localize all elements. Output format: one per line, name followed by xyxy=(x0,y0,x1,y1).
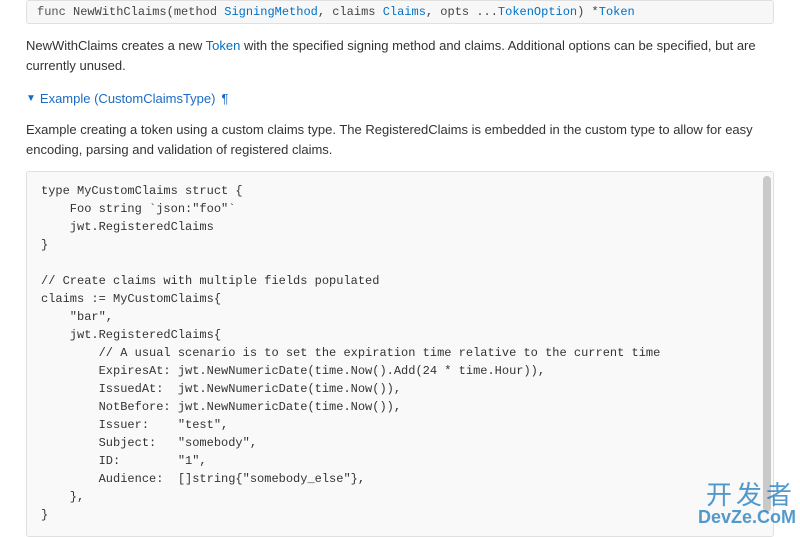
token-link[interactable]: Token xyxy=(206,38,241,53)
type-tokenoption[interactable]: TokenOption xyxy=(498,5,577,19)
keyword-func: func xyxy=(37,5,66,19)
type-signingmethod[interactable]: SigningMethod xyxy=(224,5,318,19)
permalink-icon[interactable]: ¶ xyxy=(221,91,228,106)
function-description: NewWithClaims creates a new Token with t… xyxy=(26,36,774,75)
function-signature: func NewWithClaims(method SigningMethod,… xyxy=(26,0,774,24)
caret-down-icon: ▼ xyxy=(26,93,36,104)
example-toggle-label: Example (CustomClaimsType) xyxy=(40,91,216,106)
code-example[interactable]: type MyCustomClaims struct { Foo string … xyxy=(27,172,773,536)
type-token[interactable]: Token xyxy=(599,5,635,19)
example-toggle[interactable]: ▼ Example (CustomClaimsType) ¶ xyxy=(26,91,228,106)
code-example-container: type MyCustomClaims struct { Foo string … xyxy=(26,171,774,537)
example-description: Example creating a token using a custom … xyxy=(26,120,774,159)
type-claims[interactable]: Claims xyxy=(383,5,426,19)
